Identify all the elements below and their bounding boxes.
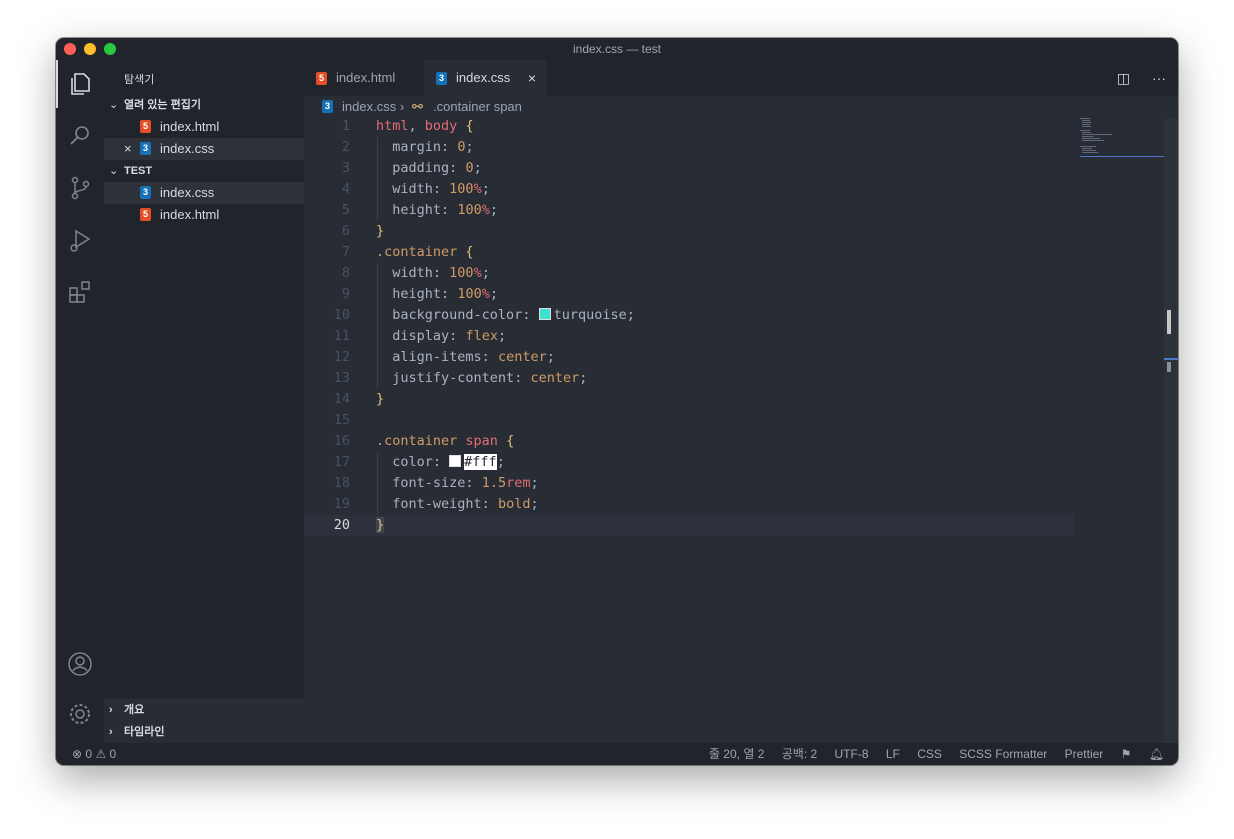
breadcrumb-file[interactable]: index.css	[342, 96, 396, 118]
outline-section[interactable]: › 개요	[104, 699, 304, 721]
notifications-bell-icon[interactable]: 🔔︎	[1149, 747, 1164, 761]
sidebar-title: 탐색기	[124, 74, 155, 86]
feedback-icon[interactable]: ⚑	[1121, 747, 1132, 761]
tab-index-html[interactable]: 5 index.html	[304, 60, 424, 96]
code-line: 11 display: flex;	[304, 326, 1074, 347]
code-line: 5 height: 100%;	[304, 200, 1074, 221]
end-of-line[interactable]: LF	[886, 747, 900, 761]
code-line: 4 width: 100%;	[304, 179, 1074, 200]
code-line: 12 align-items: center;	[304, 347, 1074, 368]
css3-icon: 3	[140, 142, 151, 155]
close-tab-icon[interactable]: ×	[528, 60, 536, 96]
chevron-down-icon: ⌄	[109, 99, 119, 111]
html5-icon: 5	[316, 72, 327, 85]
breadcrumb-separator-icon: ›	[400, 99, 405, 114]
code-editor[interactable]: 1 html, body { 2 margin: 0; 3 padding: 0;…	[304, 116, 1164, 743]
explorer-sidebar: 탐색기 ⌄ 열려 있는 편집기 5 index.html × 3 index.c…	[104, 60, 304, 743]
code-line: 2 margin: 0;	[304, 137, 1074, 158]
settings-gear-icon[interactable]	[66, 700, 94, 728]
css3-icon: 3	[140, 186, 151, 199]
workspace-header[interactable]: ⌄ TEST	[104, 160, 304, 182]
html5-icon: 5	[140, 120, 151, 133]
breadcrumb-symbol[interactable]: .container span	[433, 96, 522, 118]
code-line: 3 padding: 0;	[304, 158, 1074, 179]
warning-icon: ⚠	[95, 747, 107, 761]
code-line: 1 html, body {	[341, 118, 474, 134]
open-editor-item-index-html[interactable]: 5 index.html	[104, 116, 304, 138]
timeline-section[interactable]: › 타임라인	[104, 721, 304, 743]
search-icon[interactable]	[66, 122, 94, 150]
sidebar-bottom-panels: › 개요 › 타임라인	[104, 698, 304, 743]
breadcrumb: 3 index.css › ⚯ .container span	[304, 96, 1178, 118]
minimize-window-button[interactable]	[84, 43, 96, 55]
color-swatch	[538, 308, 551, 320]
more-actions-icon[interactable]: ···	[1152, 70, 1166, 86]
code-line: 17 color: #fff;	[304, 452, 1074, 473]
editor-actions: ◫ ···	[1099, 60, 1166, 96]
indentation[interactable]: 공백: 2	[782, 747, 817, 761]
activity-bar	[56, 60, 104, 743]
code-line: 16 .container span {	[333, 433, 515, 449]
minimap[interactable]	[1080, 118, 1164, 158]
css3-icon: 3	[322, 100, 333, 113]
code-line: 10 background-color: turquoise;	[304, 305, 1074, 326]
formatter[interactable]: SCSS Formatter	[959, 747, 1047, 761]
tab-index-css[interactable]: 3 index.css ×	[424, 60, 546, 96]
workspace-file-index-css[interactable]: 3 index.css	[104, 182, 304, 204]
scrollbar-thumb[interactable]	[1167, 310, 1171, 334]
encoding[interactable]: UTF-8	[835, 747, 869, 761]
active-indicator	[56, 60, 58, 108]
zoom-window-button[interactable]	[104, 43, 116, 55]
split-editor-icon[interactable]: ◫	[1117, 70, 1130, 86]
code-line: 18 font-size: 1.5rem;	[304, 473, 1074, 494]
html5-icon: 5	[140, 208, 151, 221]
css3-icon: 3	[436, 72, 447, 85]
close-editor-icon[interactable]: ×	[124, 138, 132, 160]
code-line: 6}	[341, 223, 385, 239]
error-icon: ⊗	[72, 747, 83, 761]
status-right-items: 줄 20, 열 2 공백: 2 UTF-8 LF CSS SCSS Format…	[695, 743, 1164, 765]
title-bar: index.css — test	[56, 38, 1178, 60]
problems-indicator[interactable]: ⊗ 0 ⚠ 0	[72, 743, 116, 765]
code-line: 7 .container {	[341, 244, 474, 260]
editor-tabs: 5 index.html 3 index.css × ◫ ···	[304, 60, 1178, 96]
status-bar: ⊗ 0 ⚠ 0 줄 20, 열 2 공백: 2 UTF-8 LF CSS SCS…	[56, 743, 1178, 765]
chevron-right-icon: ›	[109, 726, 113, 738]
account-icon[interactable]	[66, 650, 94, 678]
scrollbar-marker	[1167, 362, 1171, 372]
chevron-down-icon: ⌄	[109, 165, 119, 177]
chevron-right-icon: ›	[109, 704, 113, 716]
extensions-icon[interactable]	[66, 278, 94, 306]
code-line: 13 justify-content: center;	[304, 368, 1074, 389]
run-debug-icon[interactable]	[66, 226, 94, 254]
workspace-file-index-html[interactable]: 5 index.html	[104, 204, 304, 226]
code-line: 9 height: 100%;	[304, 284, 1074, 305]
close-window-button[interactable]	[64, 43, 76, 55]
open-editor-item-index-css[interactable]: × 3 index.css	[104, 138, 304, 160]
minimap-viewport	[1080, 156, 1164, 157]
symbol-icon: ⚯	[412, 99, 423, 114]
prettier[interactable]: Prettier	[1065, 747, 1104, 761]
vscode-window: index.css — test 탐색기 ⌄ 열려 있는 편집기 5 index…	[56, 38, 1178, 765]
scrollbar-cursor-marker	[1164, 358, 1178, 360]
code-line-current: 20}	[304, 515, 1074, 536]
vertical-scrollbar[interactable]	[1164, 118, 1178, 743]
explorer-icon[interactable]	[66, 70, 94, 98]
code-line: 19 font-weight: bold;	[304, 494, 1074, 515]
code-line: 15	[333, 412, 350, 428]
code-line: 8 width: 100%;	[304, 263, 1074, 284]
cursor-position[interactable]: 줄 20, 열 2	[709, 747, 764, 761]
color-swatch	[449, 455, 462, 467]
source-control-icon[interactable]	[66, 174, 94, 202]
code-line: 14}	[333, 391, 385, 407]
window-title: index.css — test	[572, 42, 662, 56]
language-mode[interactable]: CSS	[917, 747, 942, 761]
open-editors-header[interactable]: ⌄ 열려 있는 편집기	[104, 94, 304, 116]
